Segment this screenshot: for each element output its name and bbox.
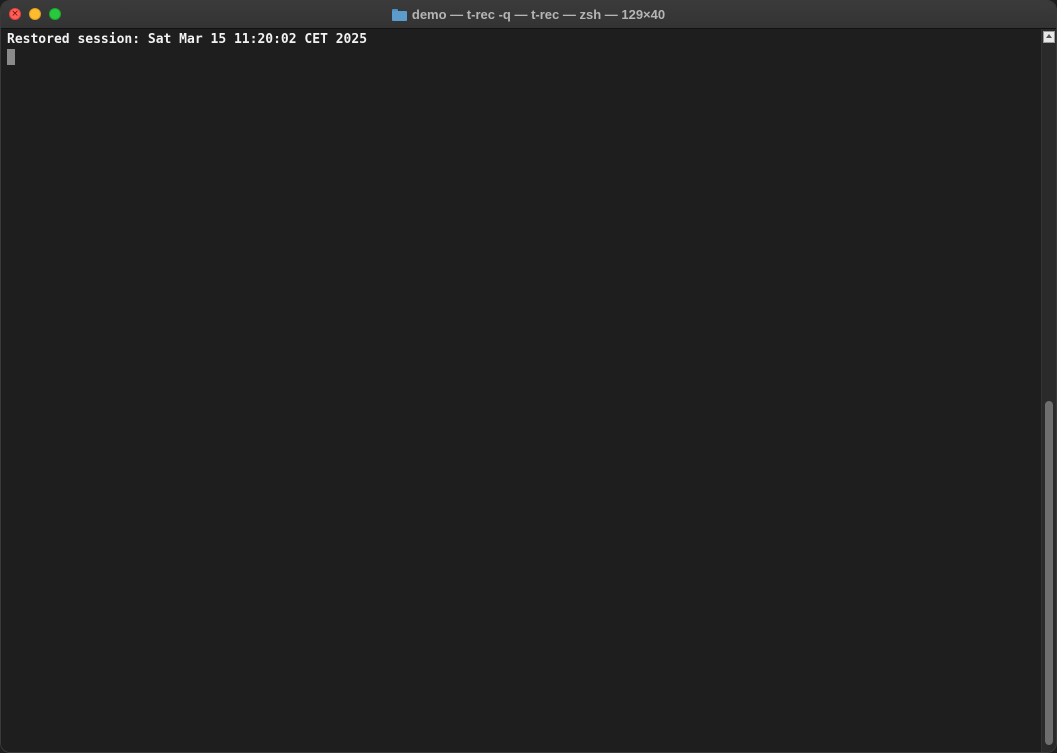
title-bar[interactable]: × demo — t-rec -q — t-rec — zsh — 129×40 (1, 1, 1056, 29)
terminal-window: × demo — t-rec -q — t-rec — zsh — 129×40… (0, 0, 1057, 753)
scroll-up-button[interactable] (1043, 31, 1055, 43)
window-title-container: demo — t-rec -q — t-rec — zsh — 129×40 (391, 7, 666, 22)
chevron-up-icon (1046, 34, 1052, 38)
terminal-output[interactable]: Restored session: Sat Mar 15 11:20:02 CE… (1, 29, 1042, 752)
window-controls: × (9, 8, 61, 20)
terminal-line: Restored session: Sat Mar 15 11:20:02 CE… (7, 32, 368, 47)
window-title: demo — t-rec -q — t-rec — zsh — 129×40 (411, 7, 666, 22)
scrollbar-thumb[interactable] (1045, 401, 1053, 745)
minimize-button[interactable] (29, 8, 41, 20)
text-cursor (7, 49, 15, 65)
close-button[interactable]: × (9, 8, 21, 20)
folder-icon (391, 8, 407, 21)
prompt-line (7, 48, 1036, 65)
maximize-button[interactable] (49, 8, 61, 20)
vertical-scrollbar[interactable] (1041, 29, 1056, 752)
close-icon: × (11, 8, 19, 19)
